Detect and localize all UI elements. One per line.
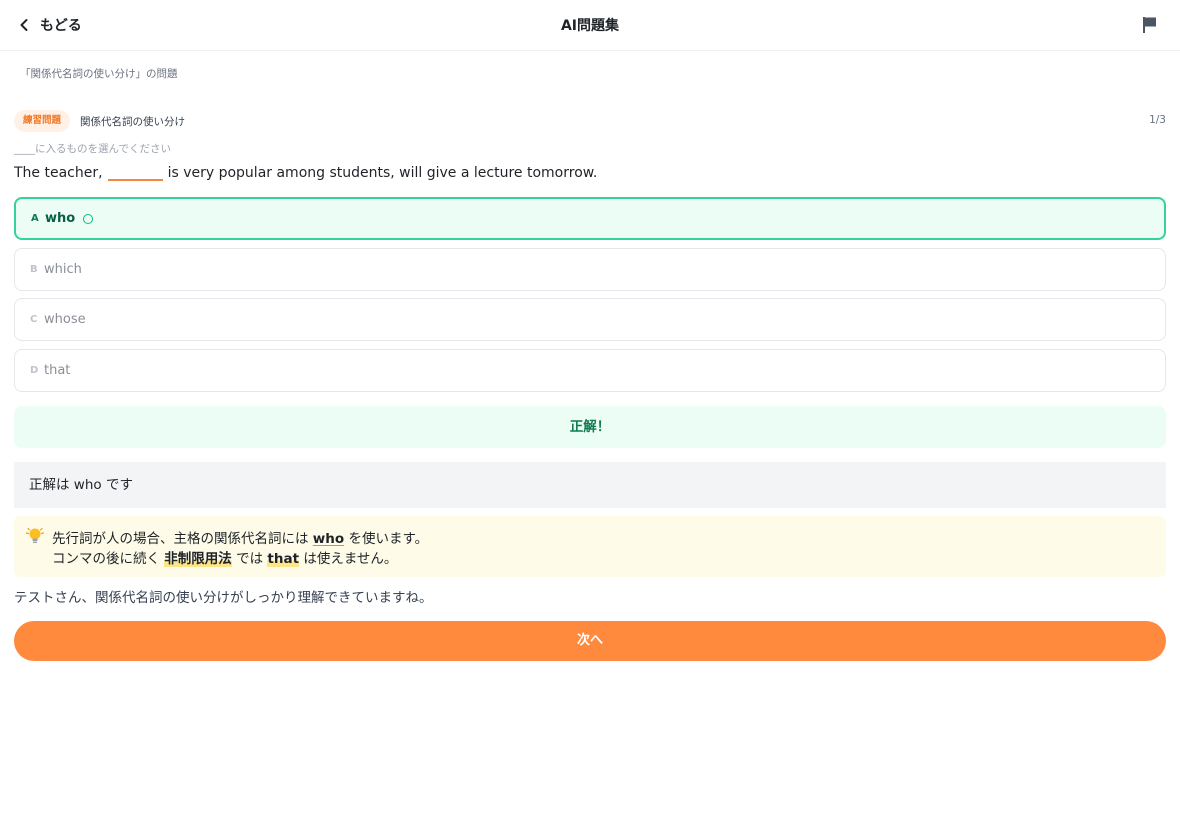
option-b[interactable]: B which <box>14 248 1166 291</box>
explanation-line-2: コンマの後に続く 非制限用法 では that は使えません。 <box>52 547 397 567</box>
answer-panel: 正解は who です <box>14 462 1166 508</box>
question-after: is very popular among students, will giv… <box>167 165 598 181</box>
explanation-text: を使います。 <box>348 531 429 547</box>
option-text: whose <box>44 312 86 327</box>
practice-badge: 練習問題 <box>14 110 71 132</box>
answer-blank <box>107 161 163 181</box>
result-banner: 正解！ <box>14 406 1166 448</box>
feedback-message: テストさん、関係代名詞の使い分けがしっかり理解できていますね。 <box>14 590 433 606</box>
progress-counter: 1/3 <box>1149 114 1166 126</box>
option-text: that <box>44 363 71 378</box>
question-meta: 練習問題 関係代名詞の使い分け 1/3 <box>14 110 1166 132</box>
explanation-text: 先行詞が人の場合、主格の関係代名詞には <box>52 531 309 547</box>
explanation-line-1: 先行詞が人の場合、主格の関係代名詞には who を使います。 <box>52 527 428 547</box>
question-sentence: The teacher, is very popular among stude… <box>14 161 597 181</box>
explanation-text: では <box>236 551 264 567</box>
option-a[interactable]: A who <box>14 197 1166 240</box>
explanation-text: は使えません。 <box>303 551 398 567</box>
breadcrumb: 「関係代名詞の使い分け」の問題 <box>20 68 178 80</box>
option-text: which <box>44 262 82 277</box>
option-letter: B <box>30 264 38 275</box>
option-letter: D <box>30 365 39 376</box>
explanation-box: 先行詞が人の場合、主格の関係代名詞には who を使います。 コンマの後に続く … <box>14 516 1166 577</box>
lightbulb-icon <box>25 527 45 543</box>
page-title: AI問題集 <box>560 18 620 34</box>
topic-label: 関係代名詞の使い分け <box>80 116 185 128</box>
question-before: The teacher, <box>14 165 103 181</box>
keyword-that: that <box>267 551 300 567</box>
instruction-text: ____に入るものを選んでください <box>14 143 171 155</box>
option-c[interactable]: C whose <box>14 298 1166 341</box>
keyword-non-restrictive: 非制限用法 <box>164 551 232 567</box>
correct-circle-icon <box>83 213 94 224</box>
next-button[interactable]: 次へ <box>14 621 1166 661</box>
option-d[interactable]: D that <box>14 349 1166 392</box>
top-bar: もどる AI問題集 <box>0 0 1180 51</box>
flag-icon[interactable] <box>1140 15 1160 35</box>
option-letter: C <box>30 314 38 325</box>
keyword-who: who <box>312 531 345 547</box>
option-text: who <box>45 211 76 226</box>
option-letter: A <box>31 213 39 224</box>
explanation-text: コンマの後に続く <box>52 551 160 567</box>
